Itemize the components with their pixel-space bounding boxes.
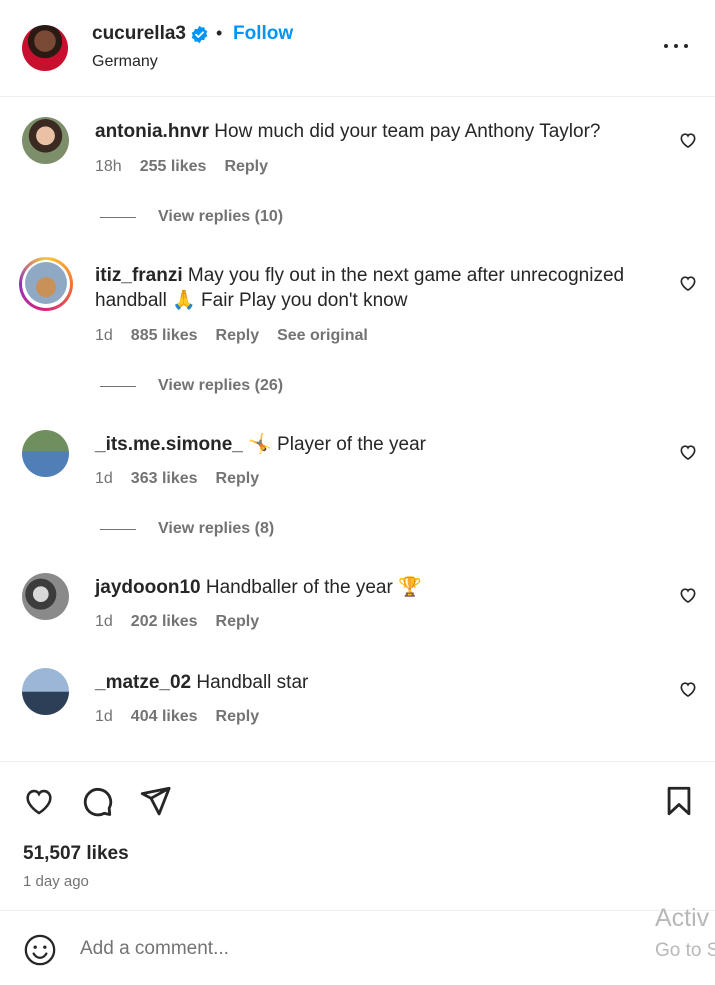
reply-button[interactable]: Reply [216,327,260,345]
commenter-username[interactable]: itiz_franzi [95,265,183,286]
heart-icon[interactable] [678,585,698,605]
windows-activation-watermark-sub: Go to S [655,940,715,961]
reply-button[interactable]: Reply [216,708,260,726]
comment-time: 1d [95,327,113,344]
comment-time: 1d [95,708,113,725]
see-original-button[interactable]: See original [277,327,368,345]
commenter-avatar[interactable] [22,430,69,477]
emoji-icon[interactable] [23,933,57,967]
heart-icon[interactable] [678,273,698,293]
follow-button[interactable]: Follow [233,23,293,45]
comment-text: Handballer of the year 🏆 [205,577,422,598]
view-replies-label[interactable]: View replies (8) [158,520,274,538]
author-avatar[interactable] [22,25,68,71]
actions-divider [0,761,715,762]
heart-icon[interactable] [678,130,698,150]
separator-dot: • [216,23,223,43]
commenter-avatar[interactable] [25,262,67,304]
reply-button[interactable]: Reply [224,158,268,176]
commenter-username[interactable]: _its.me.simone_ [95,434,243,455]
reply-button[interactable]: Reply [216,613,260,631]
verified-badge-icon [191,25,208,44]
share-icon[interactable] [138,784,172,818]
windows-activation-watermark: Activ [655,904,710,932]
comment-time: 1d [95,613,113,630]
post-timestamp[interactable]: 1 day ago [23,873,89,890]
comment-text: 🤸 Player of the year [248,434,426,455]
comment-time: 18h [95,158,122,175]
commenter-username[interactable]: _matze_02 [95,672,191,693]
view-replies-button[interactable]: View replies (10) [100,208,283,226]
commenter-username[interactable]: jaydooon10 [95,577,201,598]
view-replies-label[interactable]: View replies (10) [158,208,283,226]
comment-likes[interactable]: 363 likes [131,470,198,488]
add-comment-bar [0,911,715,985]
view-replies-button[interactable]: View replies (26) [100,377,283,395]
commenter-avatar[interactable] [22,117,69,164]
heart-icon[interactable] [678,679,698,699]
comment-likes[interactable]: 885 likes [131,327,198,345]
more-options-icon[interactable] [660,30,694,60]
comment-icon[interactable] [80,784,114,818]
commenter-avatar[interactable] [22,668,69,715]
comment-text: How much did your team pay Anthony Taylo… [214,121,601,142]
post-header: cucurella3 • Follow Germany [0,0,715,97]
reply-button[interactable]: Reply [216,470,260,488]
heart-icon[interactable] [22,784,56,818]
comment-time: 1d [95,470,113,487]
comment-likes[interactable]: 202 likes [131,613,198,631]
comment-text: Handball star [196,672,309,693]
commenter-username[interactable]: antonia.hnvr [95,121,209,142]
view-replies-button[interactable]: View replies (8) [100,520,274,538]
post-likes-count[interactable]: 51,507 likes [23,843,129,865]
view-replies-label[interactable]: View replies (26) [158,377,283,395]
comment-likes[interactable]: 255 likes [140,158,207,176]
heart-icon[interactable] [678,442,698,462]
author-username[interactable]: cucurella3 [92,23,186,45]
comment-likes[interactable]: 404 likes [131,708,198,726]
post-location[interactable]: Germany [92,53,158,71]
bookmark-icon[interactable] [662,784,696,818]
comment-input[interactable] [80,935,600,963]
commenter-avatar[interactable] [22,573,69,620]
